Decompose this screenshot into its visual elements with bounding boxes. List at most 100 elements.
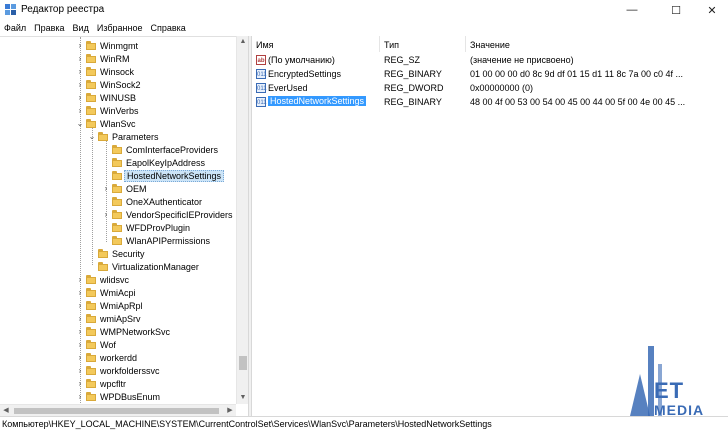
tree-node[interactable]: Security xyxy=(0,248,236,261)
value-data: 0x00000000 (0) xyxy=(470,83,534,93)
folder-icon xyxy=(86,80,96,90)
tree-node[interactable]: › WmiApRpl xyxy=(0,300,236,313)
menu-bar: Файл Правка Вид Избранное Справка xyxy=(0,20,728,36)
tree-vertical-scrollbar[interactable]: ▲ ▼ xyxy=(236,36,248,404)
folder-icon xyxy=(86,301,96,311)
tree-node[interactable]: › wlidsvc xyxy=(0,274,236,287)
tree-node[interactable]: WFDProvPlugin xyxy=(0,222,236,235)
value-name: HostedNetworkSettings xyxy=(268,96,367,106)
tree-node-label: workfolderssvc xyxy=(100,366,160,376)
tree-node-label: Wof xyxy=(100,340,116,350)
tree-node[interactable]: ComInterfaceProviders xyxy=(0,144,236,157)
tree-node[interactable]: › WinSock2 xyxy=(0,79,236,92)
chevron-right-icon[interactable]: › xyxy=(76,352,84,365)
chevron-down-icon[interactable]: ⌄ xyxy=(88,131,96,144)
et-media-watermark-logo: ET MEDIA xyxy=(624,344,724,420)
tree-node-label: Security xyxy=(112,249,145,259)
menu-favorites[interactable]: Избранное xyxy=(93,20,147,36)
folder-icon xyxy=(112,236,122,246)
column-header-type[interactable]: Тип xyxy=(380,36,466,52)
tree-node[interactable]: › Wof xyxy=(0,339,236,352)
chevron-right-icon[interactable]: › xyxy=(76,53,84,66)
scroll-thumb-horizontal[interactable] xyxy=(14,408,219,414)
tree-node[interactable]: VirtualizationManager xyxy=(0,261,236,274)
chevron-right-icon[interactable]: › xyxy=(76,105,84,118)
chevron-right-icon[interactable]: › xyxy=(76,66,84,79)
tree-node[interactable]: › workerdd xyxy=(0,352,236,365)
tree-node[interactable]: OneXAuthenticator xyxy=(0,196,236,209)
menu-view[interactable]: Вид xyxy=(69,20,93,36)
value-type: REG_DWORD xyxy=(384,83,444,93)
tree-node[interactable]: › WPDBusEnum xyxy=(0,391,236,404)
tree-node[interactable]: › Winmgmt xyxy=(0,40,236,53)
binary-value-icon: 011 xyxy=(256,83,267,93)
tree-node[interactable]: › workfolderssvc xyxy=(0,365,236,378)
minimize-button[interactable]: — xyxy=(612,0,652,20)
menu-edit[interactable]: Правка xyxy=(30,20,68,36)
folder-icon xyxy=(112,210,122,220)
tree-node[interactable]: › WmiAcpi xyxy=(0,287,236,300)
tree-node[interactable]: › WinRM xyxy=(0,53,236,66)
chevron-right-icon[interactable]: › xyxy=(76,274,84,287)
chevron-right-icon[interactable]: › xyxy=(76,287,84,300)
folder-icon xyxy=(86,288,96,298)
chevron-right-icon[interactable]: › xyxy=(76,339,84,352)
column-header-name[interactable]: Имя xyxy=(252,36,380,52)
tree-node-label: wlidsvc xyxy=(100,275,130,285)
binary-value-icon: 011 xyxy=(256,97,267,107)
tree-node[interactable]: › OEM xyxy=(0,183,236,196)
folder-icon xyxy=(86,106,96,116)
maximize-button[interactable]: ☐ xyxy=(656,0,696,20)
chevron-right-icon[interactable]: › xyxy=(76,391,84,404)
chevron-right-icon[interactable]: › xyxy=(76,313,84,326)
chevron-right-icon[interactable]: › xyxy=(76,92,84,105)
registry-tree[interactable]: › Winmgmt › WinRM › Winsock › WinSock2 › WINUSB › W… xyxy=(0,36,248,416)
folder-icon xyxy=(112,145,122,155)
watermark-text-media: MEDIA xyxy=(654,402,705,418)
tree-node-label: WlanAPIPermissions xyxy=(126,236,211,246)
tree-node[interactable]: WlanAPIPermissions xyxy=(0,235,236,248)
tree-node[interactable]: › wpcfltr xyxy=(0,378,236,391)
chevron-down-icon[interactable]: ⌄ xyxy=(76,118,84,131)
folder-icon xyxy=(112,223,122,233)
menu-file[interactable]: Файл xyxy=(0,20,30,36)
tree-node-label: WmiAcpi xyxy=(100,288,136,298)
chevron-right-icon[interactable]: › xyxy=(76,79,84,92)
value-name: EncryptedSettings xyxy=(268,69,342,79)
value-row[interactable]: 011 HostedNetworkSettings REG_BINARY 48 00 … xyxy=(252,95,728,109)
column-header-value[interactable]: Значение xyxy=(466,36,728,52)
tree-node[interactable]: › WMPNetworkSvc xyxy=(0,326,236,339)
chevron-right-icon[interactable]: › xyxy=(102,183,110,196)
tree-node-label: WINUSB xyxy=(100,93,136,103)
chevron-right-icon[interactable]: › xyxy=(76,40,84,53)
tree-node[interactable]: › WINUSB xyxy=(0,92,236,105)
tree-node-label: WinVerbs xyxy=(100,106,139,116)
tree-node[interactable]: › Winsock xyxy=(0,66,236,79)
value-row[interactable]: 011 EncryptedSettings REG_BINARY 01 00 00 0… xyxy=(252,67,728,81)
tree-node-label: WmiApRpl xyxy=(100,301,143,311)
tree-node[interactable]: ⌄ WlanSvc xyxy=(0,118,236,131)
menu-help[interactable]: Справка xyxy=(146,20,189,36)
scroll-thumb[interactable] xyxy=(239,356,247,370)
value-type: REG_SZ xyxy=(384,55,421,65)
tree-node-label: Winsock xyxy=(100,67,135,77)
close-button[interactable]: ✕ xyxy=(692,0,728,20)
tree-node[interactable]: › WinVerbs xyxy=(0,105,236,118)
tree-node[interactable]: › wmiApSrv xyxy=(0,313,236,326)
value-name: (По умолчанию) xyxy=(268,55,335,65)
tree-node-label: OneXAuthenticator xyxy=(126,197,203,207)
chevron-right-icon[interactable]: › xyxy=(76,300,84,313)
tree-node[interactable]: EapolKeyIpAddress xyxy=(0,157,236,170)
value-row[interactable]: ab (По умолчанию) REG_SZ (значение не присв… xyxy=(252,53,728,67)
chevron-right-icon[interactable]: › xyxy=(76,365,84,378)
chevron-right-icon[interactable]: › xyxy=(102,209,110,222)
tree-node[interactable]: HostedNetworkSettings xyxy=(0,170,236,183)
chevron-right-icon[interactable]: › xyxy=(76,326,84,339)
tree-node[interactable]: ⌄ Parameters xyxy=(0,131,236,144)
folder-icon xyxy=(86,275,96,285)
tree-horizontal-scrollbar[interactable]: ◀ ▶ xyxy=(0,404,236,416)
tree-node[interactable]: › VendorSpecificIEProviders xyxy=(0,209,236,222)
chevron-right-icon[interactable]: › xyxy=(76,378,84,391)
value-row[interactable]: 011 EverUsed REG_DWORD 0x00000000 (0) xyxy=(252,81,728,95)
folder-icon xyxy=(98,262,108,272)
